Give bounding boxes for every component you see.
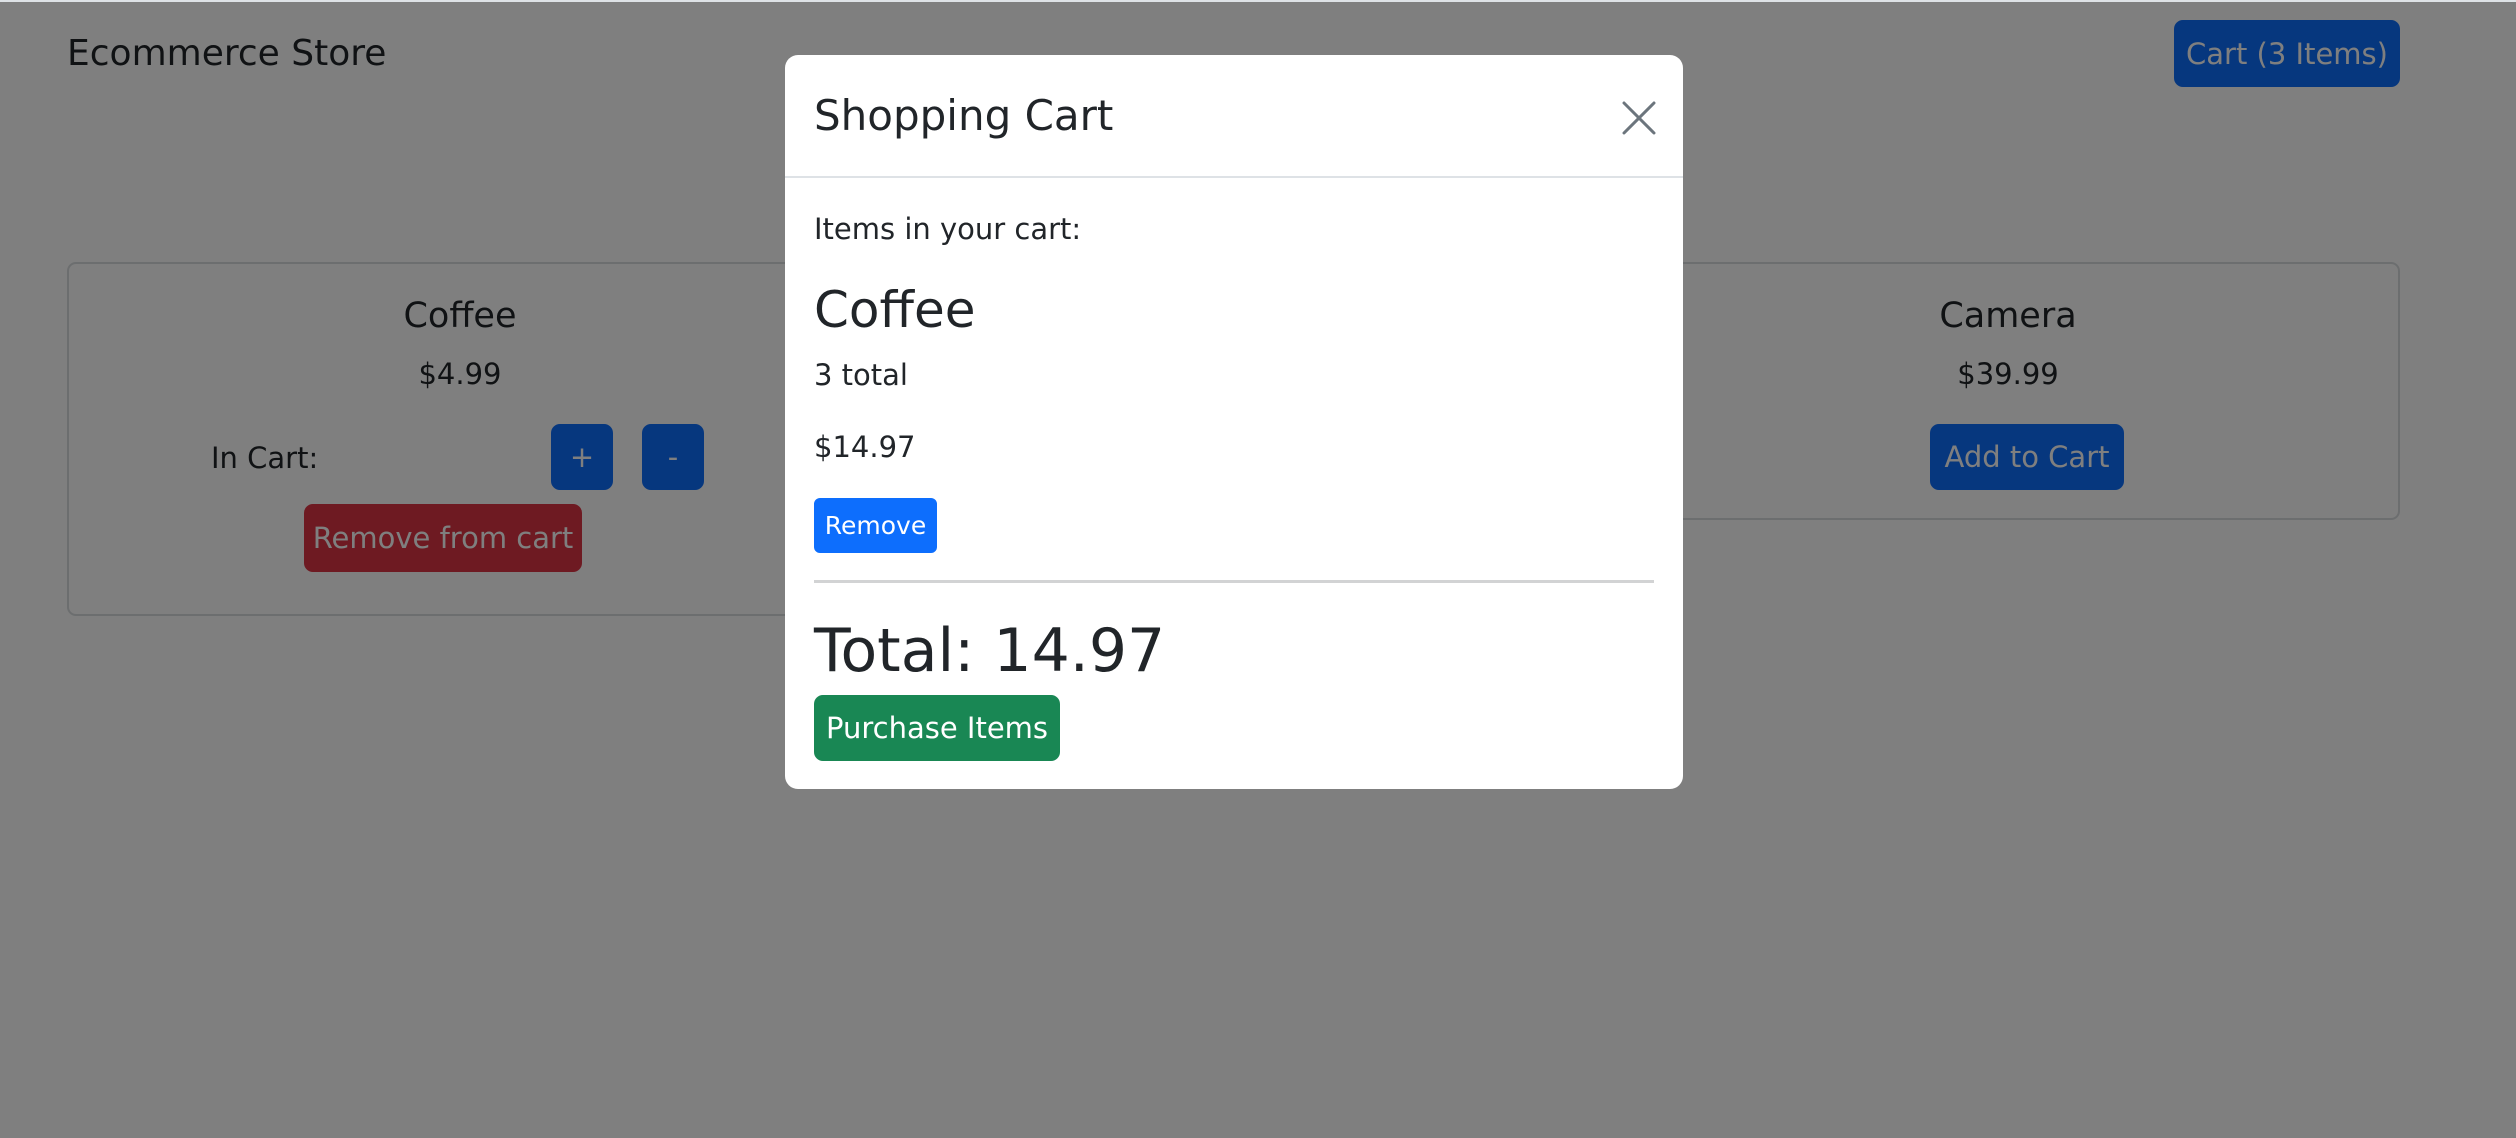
divider	[814, 580, 1654, 583]
cart-item-count: 3 total	[814, 358, 908, 392]
remove-item-button[interactable]: Remove	[814, 498, 937, 553]
close-icon[interactable]	[1621, 100, 1657, 136]
items-in-cart-label: Items in your cart:	[814, 212, 1082, 246]
cart-total: Total: 14.97	[814, 616, 1166, 686]
cart-item-price: $14.97	[814, 430, 916, 464]
page: Ecommerce Store Cart (3 Items) Coffee $4…	[0, 0, 2516, 1138]
shopping-cart-modal: Shopping Cart Items in your cart: Coffee…	[785, 55, 1683, 789]
purchase-items-button[interactable]: Purchase Items	[814, 695, 1060, 761]
modal-title: Shopping Cart	[814, 91, 1114, 140]
modal-header: Shopping Cart	[785, 55, 1683, 178]
cart-item-name: Coffee	[814, 281, 976, 339]
